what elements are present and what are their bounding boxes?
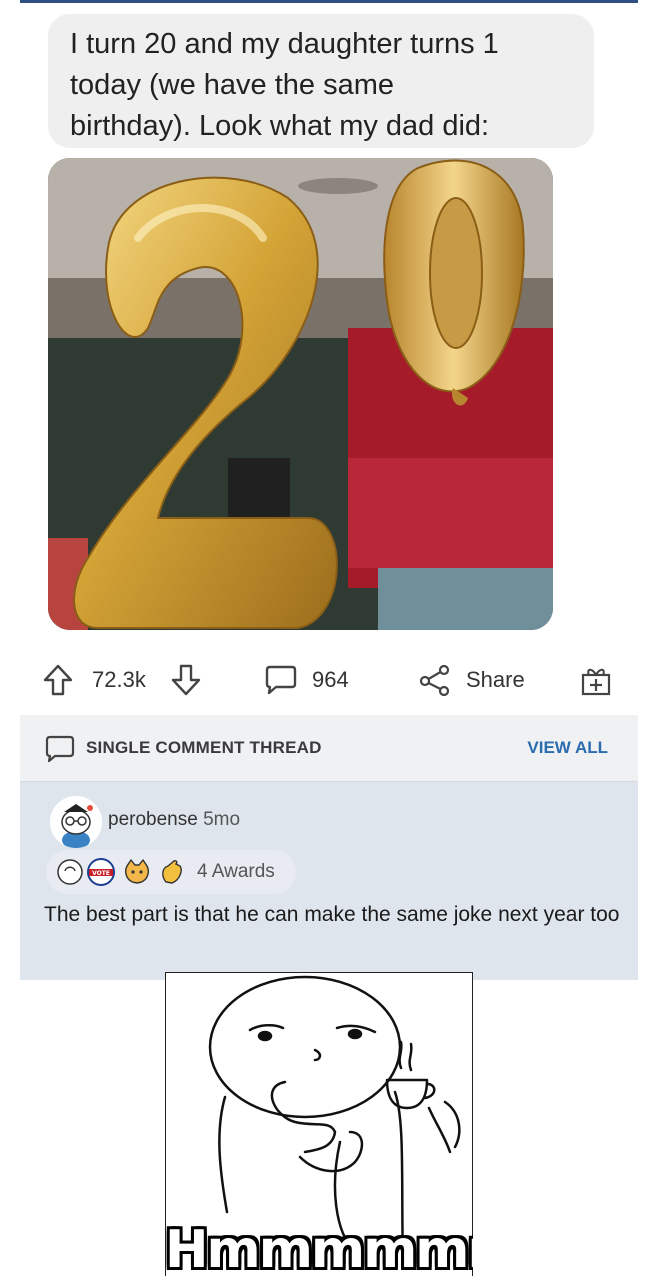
top-divider [20, 0, 638, 3]
vote-count: 72.3k [92, 667, 146, 692]
post-image[interactable] [48, 158, 553, 630]
comment-time: 5mo [203, 809, 241, 830]
award-vote-text: VOTE [92, 870, 110, 877]
post-text-line-1: I turn 20 and my daughter turns 1 [70, 28, 499, 60]
awards-count: 4 Awards [197, 861, 275, 882]
comment-bubble-icon [265, 665, 297, 695]
comment-count: 964 [312, 667, 349, 692]
awards-pill[interactable]: VOTE 4 Awards [46, 850, 296, 894]
comment-body: The best part is that he can make the sa… [44, 903, 620, 926]
comment-author[interactable]: perobense 5mo [108, 809, 240, 831]
avatar[interactable] [50, 796, 102, 848]
comments-button[interactable]: 964 [264, 662, 349, 698]
meme-image[interactable]: Hmmmmmm [165, 972, 473, 1277]
award-bubble-icon [57, 859, 83, 885]
upvote-arrow-icon [43, 664, 73, 696]
share-label: Share [466, 667, 525, 692]
comment-card: perobense 5mo VOTE 4 Awards The best par… [20, 782, 638, 980]
username[interactable]: perobense [108, 809, 198, 830]
meme-caption: Hmmmmmm [165, 1220, 473, 1277]
award-cat-icon [125, 858, 149, 884]
post-text-line-3: birthday). Look what my dad did: [70, 110, 490, 142]
single-comment-thread-bar: SINGLE COMMENT THREAD VIEW ALL [20, 715, 638, 782]
award-vote-icon: VOTE [87, 858, 115, 886]
downvote-arrow-icon [171, 664, 201, 696]
award-button[interactable] [580, 662, 612, 698]
share-icon [419, 664, 450, 696]
downvote-button[interactable] [170, 662, 202, 698]
comment-bubble-icon [45, 735, 75, 763]
message-bubble: I turn 20 and my daughter turns 1 today … [48, 14, 594, 148]
post-text-line-2: today (we have the same [70, 69, 395, 101]
view-all-link[interactable]: VIEW ALL [527, 738, 608, 758]
share-button[interactable]: Share [418, 662, 525, 698]
gift-icon [581, 668, 611, 696]
thread-label: SINGLE COMMENT THREAD [86, 738, 322, 757]
award-hand-icon [162, 860, 182, 884]
post-actions-bar: 72.3k 964 Share [20, 650, 638, 710]
upvote-button[interactable] [42, 662, 74, 698]
